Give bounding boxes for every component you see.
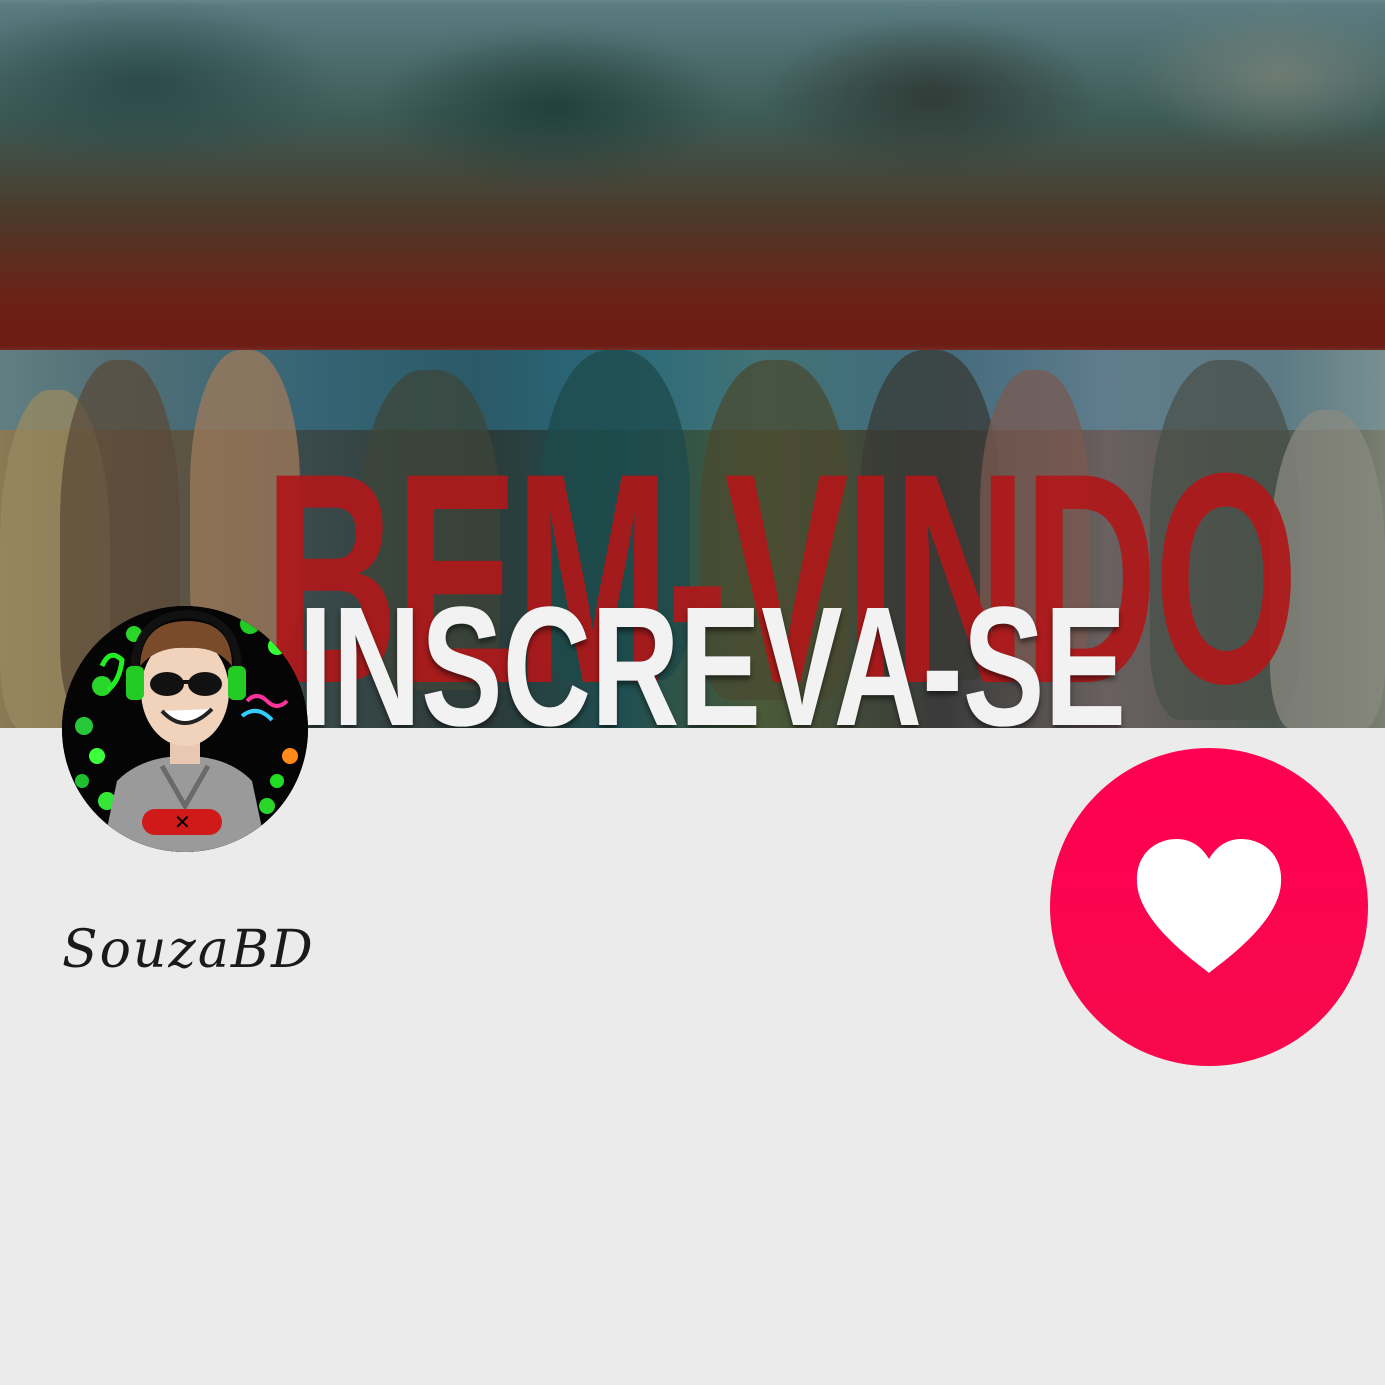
cartoon-avatar-icon: ✕ (62, 606, 308, 852)
svg-text:✕: ✕ (174, 810, 191, 834)
blurred-header-background (0, 0, 1385, 359)
avatar[interactable]: ✕ (62, 606, 308, 852)
like-button[interactable] (1050, 748, 1368, 1066)
profile-page: BEM-VINDO INSCREVA-SE ✕ SouzaBD (0, 0, 1385, 1385)
username: SouzaBD (62, 920, 315, 980)
banner-subheadline: INSCREVA-SE (298, 572, 1127, 728)
heart-icon (1136, 839, 1282, 973)
